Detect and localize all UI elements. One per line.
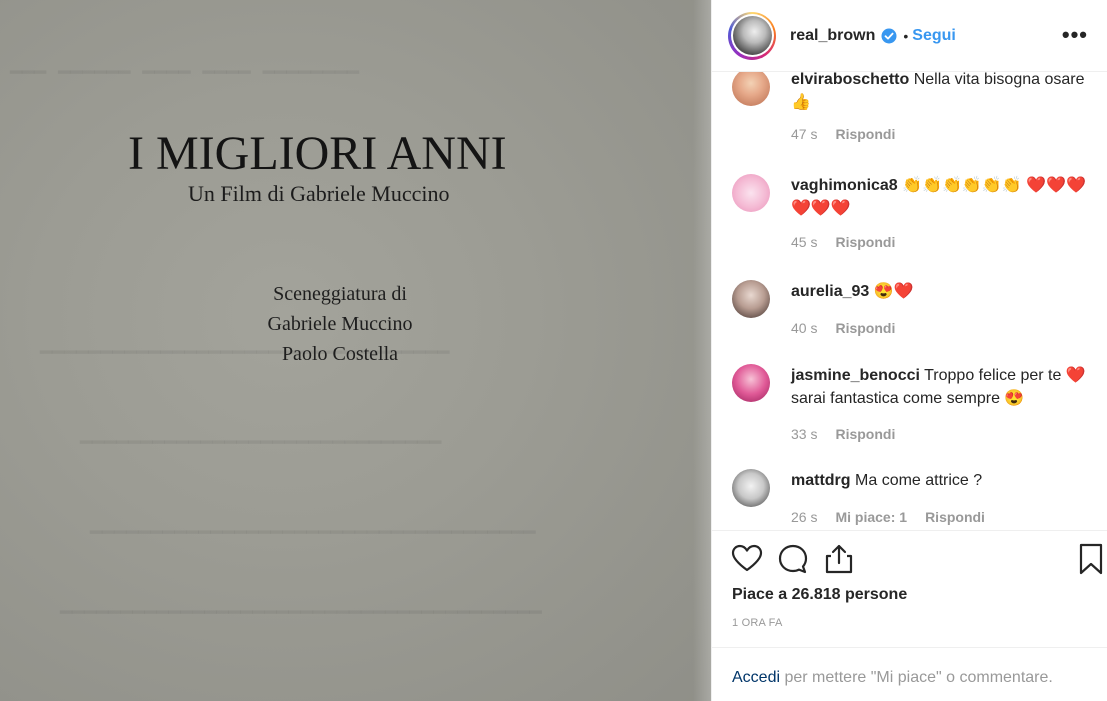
comment-time: 26 s <box>791 509 818 525</box>
script-credit-line: Sceneggiatura di <box>273 283 407 305</box>
comment-username[interactable]: vaghimonica8 <box>791 177 898 194</box>
login-link[interactable]: Accedi <box>732 669 780 686</box>
avatar[interactable] <box>728 11 776 60</box>
commenter-avatar[interactable] <box>732 364 770 402</box>
script-title: I MIGLIORI ANNI <box>128 127 507 180</box>
comment-time: 47 s <box>791 126 818 142</box>
reply-button[interactable]: Rispondi <box>835 426 895 442</box>
heart-icon[interactable] <box>730 542 764 576</box>
commenter-avatar[interactable] <box>732 280 770 318</box>
comment-username[interactable]: elviraboschetto <box>791 72 909 88</box>
bleed-through-text: ━━━━━━━━━━━━━━━━━━━━━━━━━━━━━━━━━━━━━━━━ <box>60 603 542 626</box>
post-timestamp[interactable]: 1 ORA FA <box>732 617 783 629</box>
comment-text: 😍❤️ <box>873 283 914 300</box>
bleed-through-text: ━━━━━━━━━━━━━━━━━━━━━━━━━━━━━━━━━━━━━ <box>90 523 536 546</box>
post-username[interactable]: real_brown <box>790 27 875 45</box>
login-prompt: Accedi per mettere "Mi piace" o commenta… <box>732 669 1053 687</box>
comment-username[interactable]: mattdrg <box>791 472 851 489</box>
comment-time: 40 s <box>791 320 818 336</box>
script-subtitle: Un Film di Gabriele Muccino <box>188 181 450 206</box>
post-actions <box>730 542 1103 578</box>
page-edge <box>693 0 711 701</box>
comments-list[interactable]: elviraboschetto Nella vita bisogna osare… <box>712 72 1107 530</box>
divider <box>712 647 1107 648</box>
more-options-icon[interactable]: ••• <box>1062 22 1088 48</box>
reply-button[interactable]: Rispondi <box>835 234 895 250</box>
post-header: real_brown • Segui ••• <box>712 0 1107 72</box>
commenter-avatar[interactable] <box>732 469 770 507</box>
script-credit-line: Paolo Costella <box>281 343 399 365</box>
follow-button[interactable]: Segui <box>912 27 956 45</box>
reply-button[interactable]: Rispondi <box>835 320 895 336</box>
reply-button[interactable]: Rispondi <box>835 126 895 142</box>
comment-time: 33 s <box>791 426 818 442</box>
comment-username[interactable]: aurelia_93 <box>791 283 869 300</box>
comment-username[interactable]: jasmine_benocci <box>791 367 920 384</box>
divider <box>712 530 1107 531</box>
commenter-avatar[interactable] <box>732 174 770 212</box>
share-icon[interactable] <box>822 542 856 576</box>
bookmark-icon[interactable] <box>1076 542 1106 576</box>
reply-button[interactable]: Rispondi <box>925 509 985 525</box>
post-side-panel: real_brown • Segui ••• elviraboschetto N… <box>711 0 1107 701</box>
commenter-avatar[interactable] <box>732 72 770 106</box>
comment-time: 45 s <box>791 234 818 250</box>
bleed-through-text: ━━━━━━━━━━━━━━━━━━━━━━━━━━━━━━ <box>80 433 442 456</box>
separator-dot: • <box>903 27 909 44</box>
likes-count[interactable]: Piace a 26.818 persone <box>732 586 907 604</box>
bleed-through-text: ━━━ ━━━━━━ ━━━━ ━━━━ ━━━━━━━━ <box>10 63 360 86</box>
script-credit-line: Gabriele Muccino <box>267 313 413 335</box>
comment-text: Ma come attrice ? <box>855 472 983 489</box>
login-prompt-text: per mettere "Mi piace" o commentare. <box>780 669 1053 686</box>
verified-badge-icon <box>881 28 897 43</box>
comment-icon[interactable] <box>776 542 810 576</box>
comment-like-count[interactable]: Mi piace: 1 <box>835 509 907 525</box>
post-photo[interactable]: ━━━ ━━━━━━ ━━━━ ━━━━ ━━━━━━━━ ━━━━━━━━━━… <box>0 0 711 701</box>
